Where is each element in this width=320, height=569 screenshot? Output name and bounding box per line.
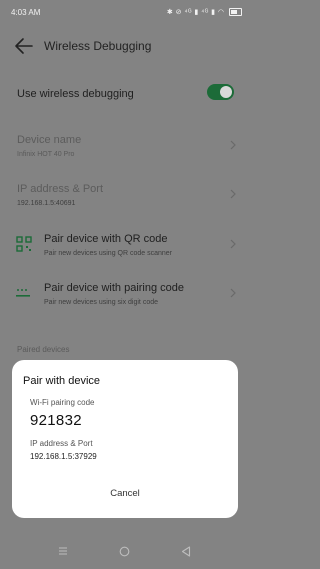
qr-code-icon — [16, 236, 32, 252]
menu-icon[interactable] — [58, 546, 68, 556]
device-name-label: Device name — [17, 134, 82, 146]
toggle-knob — [220, 86, 232, 98]
ip-address-label: IP address & Port — [17, 183, 104, 195]
cancel-button[interactable]: Cancel — [12, 488, 238, 499]
status-bar: 4:03 AM ✱ ⊘ ⁴ᴳ ▮ ⁴ᴳ ▮ ◠ — [0, 0, 250, 26]
use-wireless-debugging-label: Use wireless debugging — [17, 88, 134, 100]
paired-devices-header: Paired devices — [17, 345, 70, 354]
pair-dialog: Pair with device Wi-Fi pairing code 9218… — [12, 360, 238, 518]
dialog-ip-label: IP address & Port — [30, 439, 93, 448]
pairing-code-label: Wi-Fi pairing code — [30, 398, 95, 407]
device-name-value: Infinix HOT 40 Pro — [17, 151, 75, 158]
app-bar: Wireless Debugging — [0, 30, 250, 62]
device-name-row[interactable]: Device name Infinix HOT 40 Pro — [0, 125, 250, 165]
back-icon[interactable] — [181, 546, 191, 557]
pair-code-label: Pair device with pairing code — [44, 282, 185, 294]
status-time: 4:03 AM — [11, 8, 41, 17]
status-icons: ✱ ⊘ ⁴ᴳ ▮ ⁴ᴳ ▮ ◠ — [166, 8, 242, 17]
page-title: Wireless Debugging — [44, 39, 152, 53]
pair-code-sub: Pair new devices using six digit code — [44, 299, 159, 306]
pair-qr-row[interactable]: Pair device with QR code Pair new device… — [0, 225, 250, 265]
chevron-right-icon — [230, 189, 236, 199]
battery-icon — [229, 8, 242, 17]
ip-address-value: 192.168.1.5:40691 — [17, 200, 76, 207]
chevron-right-icon — [230, 239, 236, 249]
arrow-left-icon[interactable] — [14, 37, 34, 55]
pair-code-row[interactable]: Pair device with pairing code Pair new d… — [0, 273, 250, 313]
pair-qr-label: Pair device with QR code — [44, 233, 168, 245]
chevron-right-icon — [230, 140, 236, 150]
pair-qr-sub: Pair new devices using QR code scanner — [44, 250, 173, 257]
ip-address-row[interactable]: IP address & Port 192.168.1.5:40691 — [0, 175, 250, 215]
dialog-title: Pair with device — [23, 375, 101, 387]
chevron-right-icon — [230, 288, 236, 298]
home-icon[interactable] — [119, 546, 130, 557]
wireless-debugging-toggle[interactable] — [207, 84, 234, 100]
pairing-code-icon — [16, 289, 30, 297]
pairing-code-value: 921832 — [30, 412, 82, 429]
dialog-ip-value: 192.168.1.5:37929 — [30, 452, 97, 461]
navigation-bar — [0, 538, 250, 569]
status-icon-glyphs: ✱ ⊘ ⁴ᴳ ▮ ⁴ᴳ ▮ ◠ — [166, 9, 225, 16]
